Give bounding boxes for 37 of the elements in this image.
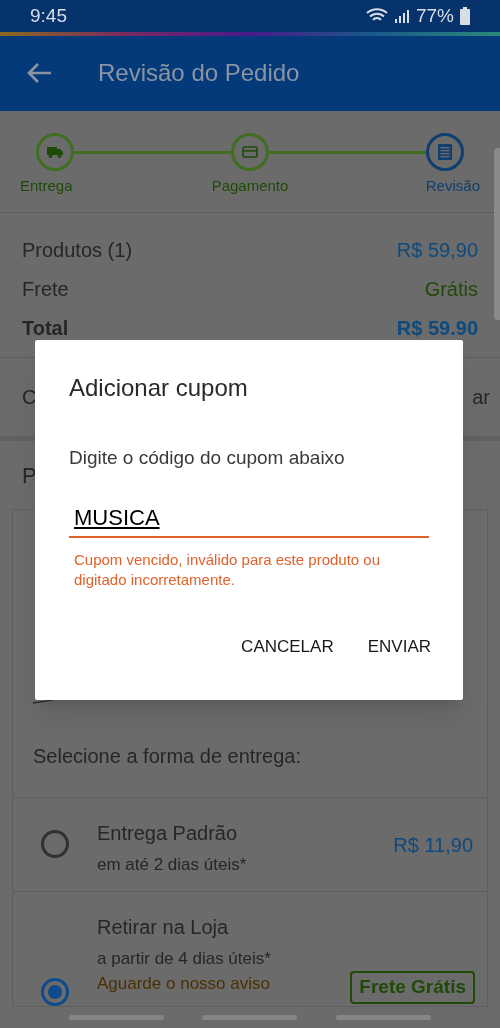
option-price: R$ 11,90 (393, 832, 473, 858)
step-label[interactable]: Entrega (20, 174, 73, 198)
battery-icon (460, 6, 470, 25)
credit-card-icon (242, 145, 258, 158)
radio-button[interactable] (41, 829, 69, 858)
summary-value: R$ 59.90 (396, 315, 478, 341)
section-heading: P (22, 461, 37, 490)
status-time: 9:45 (30, 3, 67, 28)
summary-value: R$ 59,90 (396, 237, 478, 263)
summary-label: Produtos (1) (22, 237, 133, 263)
receipt-icon (438, 143, 452, 160)
summary-label: Total (22, 315, 69, 341)
step-label[interactable]: Pagamento (211, 174, 289, 198)
delivery-heading: Selecione a forma de entrega: (33, 743, 301, 769)
option-note: Aguarde o nosso aviso (97, 973, 271, 996)
coupon-action[interactable]: ar (472, 381, 490, 412)
truck-icon (47, 145, 63, 158)
coupon-input-field[interactable]: MUSICA (69, 500, 429, 538)
summary-value: Grátis (424, 276, 478, 302)
option-title: Entrega Padrão (97, 820, 239, 846)
option-title: Retirar na Loja (97, 914, 230, 940)
dialog-message: Digite o código do cupom abaixo (69, 446, 346, 470)
battery-percent: 77% (415, 3, 454, 28)
error-message: Cupom vencido, inválido para este produto ou digitado incorretamente. (73, 549, 382, 590)
coupon-label: C (22, 384, 37, 410)
dialog-title: Adicionar cupom (69, 373, 249, 403)
signal-icon (393, 7, 410, 24)
screen-title: Revisão do Pedido (98, 58, 300, 89)
step-label[interactable]: Revisão (425, 174, 480, 198)
dialog-button[interactable]: ENVIAR (367, 633, 431, 659)
back-arrow-icon[interactable] (26, 62, 52, 85)
option-subtitle: a partir de 4 dias úteis* (97, 947, 272, 970)
delivery-option[interactable]: Entrega Padrão em até 2 dias úteis* R$ 11,90 (13, 796, 487, 891)
free-shipping-badge: Frete Grátis (350, 971, 475, 1004)
option-subtitle: em até 2 dias úteis* (97, 853, 248, 876)
dialog-button[interactable]: CANCELAR (241, 633, 334, 659)
summary-label: Frete (22, 276, 69, 302)
